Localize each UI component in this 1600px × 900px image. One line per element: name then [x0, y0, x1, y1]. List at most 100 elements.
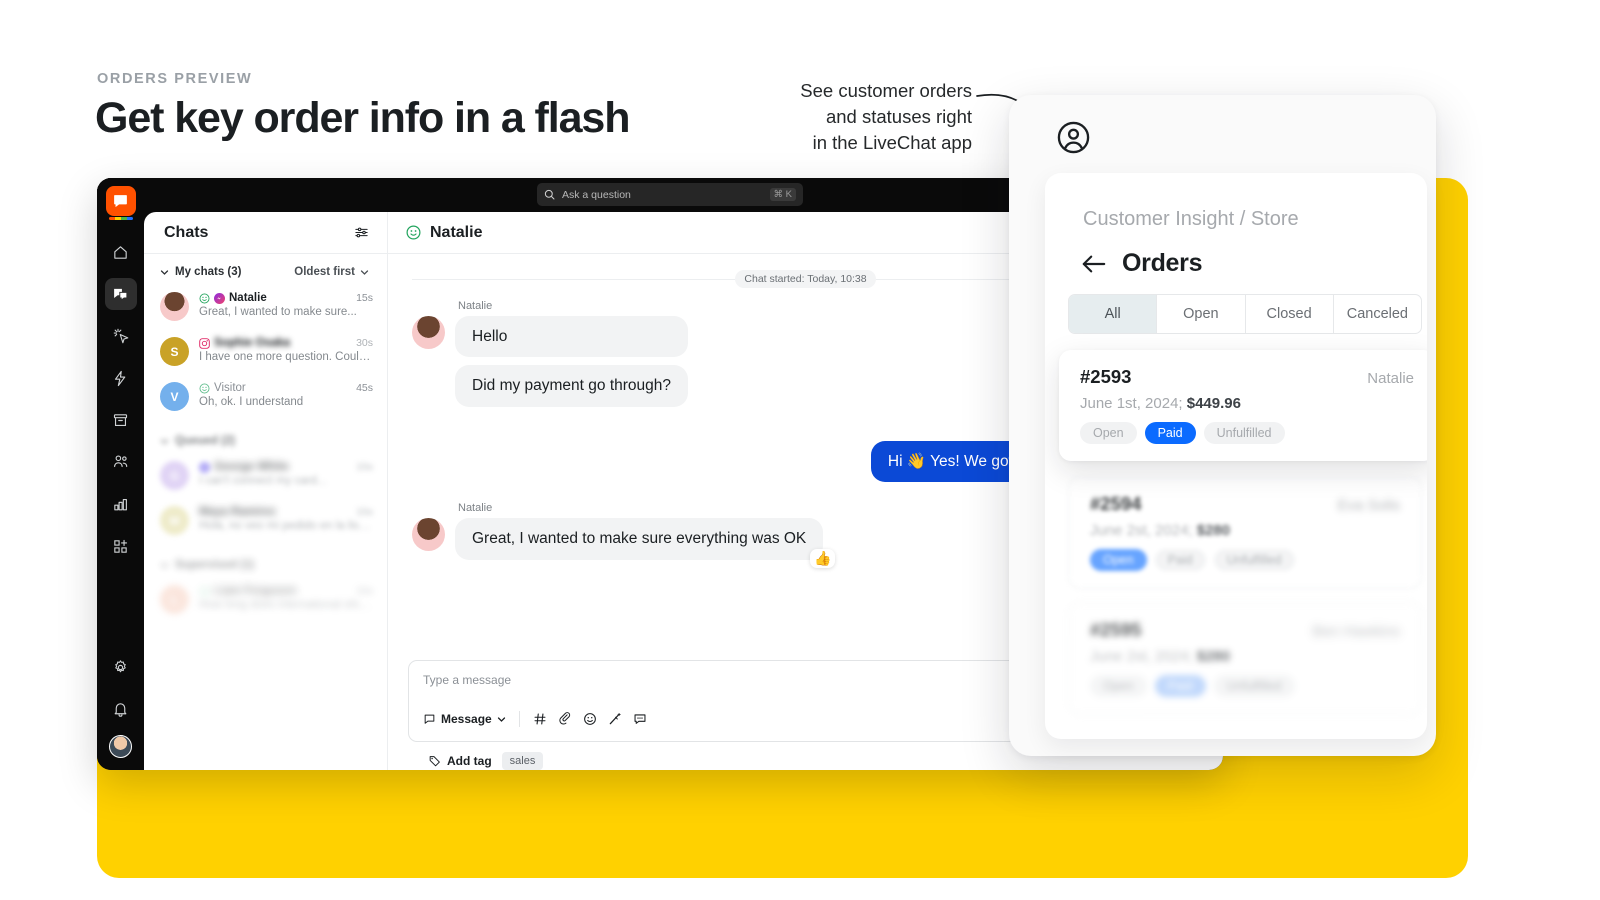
list-item[interactable]: M Maya Ramirez 15s Hola, no veo mi pedid…: [144, 500, 387, 545]
avatar: [412, 316, 445, 349]
chat-time: 15s: [356, 292, 373, 304]
status-badge: Unfulfilled: [1203, 422, 1285, 444]
chevron-down-icon: [160, 438, 169, 444]
chat-group-supervised[interactable]: Supervised (1): [160, 559, 254, 571]
smiley-green-icon: [199, 383, 210, 393]
avatar[interactable]: [109, 735, 132, 758]
hash-icon[interactable]: [533, 712, 547, 726]
annotation-line-1: See customer orders: [800, 80, 972, 101]
tab-all[interactable]: All: [1069, 295, 1158, 333]
avatar: S: [160, 337, 189, 366]
status-badge: Open: [1090, 675, 1147, 697]
livechat-logo-icon[interactable]: [105, 186, 136, 220]
search-placeholder: Ask a question: [562, 188, 631, 201]
chat-group-header[interactable]: Queued (2): [144, 421, 387, 455]
sidebar-item-reports[interactable]: [105, 488, 137, 520]
arrow-left-icon[interactable]: [1081, 253, 1107, 275]
apps-plus-icon: [114, 539, 128, 553]
order-id: #2593: [1080, 366, 1132, 387]
order-customer: Ben Hawkins: [1312, 623, 1400, 640]
order-badges: Open Paid Unfulfilled: [1080, 422, 1414, 444]
add-tag-button[interactable]: Add tag: [428, 754, 492, 768]
status-badge: Paid: [1144, 422, 1196, 444]
composer-mode-selector[interactable]: Message: [423, 712, 506, 726]
order-id: #2595: [1090, 619, 1142, 640]
sidebar-item-archives[interactable]: [105, 404, 137, 436]
sidebar-item-apps[interactable]: [105, 530, 137, 562]
order-id: #2594: [1090, 493, 1142, 514]
sort-label: Oldest first: [294, 266, 355, 278]
sidebar-item-engage[interactable]: [105, 320, 137, 352]
avatar: [412, 518, 445, 552]
chats-title: Chats: [164, 223, 209, 241]
magic-wand-icon[interactable]: [608, 712, 622, 726]
breadcrumb[interactable]: Customer Insight / Store: [1083, 208, 1299, 231]
page-root: ORDERS PREVIEW Get key order info in a f…: [0, 0, 1600, 900]
chat-name: Visitor: [214, 382, 246, 394]
annotation-callout: See customer orders and statuses right i…: [700, 78, 972, 156]
group-label: Supervised (1): [175, 559, 255, 571]
chat-time: 45s: [356, 382, 373, 394]
annotation-line-2: and statuses right: [825, 106, 972, 127]
chat-snippet: How long does international ship...: [199, 599, 373, 611]
search-input[interactable]: Ask a question ⌘ K: [537, 183, 803, 206]
chat-group-queued[interactable]: Queued (2): [160, 435, 235, 447]
search-shortcut: ⌘ K: [769, 188, 796, 201]
message-reaction[interactable]: 👍: [810, 549, 836, 569]
table-row[interactable]: #2594 Eva Solis June 2st, 2024; $280 Ope…: [1068, 476, 1422, 589]
chat-group-my-chats[interactable]: My chats (3): [160, 266, 241, 278]
group-label: Queued (2): [175, 435, 236, 447]
order-meta: June 2st, 2024; $280: [1090, 648, 1400, 665]
list-item[interactable]: L Liam Ferguson 15s How long does intern…: [144, 579, 387, 624]
chat-group-header[interactable]: My chats (3) Oldest first: [144, 254, 387, 286]
sliders-icon[interactable]: [354, 225, 369, 240]
sidebar-item-home[interactable]: [105, 236, 137, 268]
chevron-down-icon: [160, 269, 169, 275]
chat-snippet: Oh, ok. I understand: [199, 396, 304, 408]
order-amount: $280: [1196, 648, 1231, 665]
status-badge: Open: [1080, 422, 1137, 444]
list-item[interactable]: Natalie 15s Great, I wanted to make sure…: [144, 286, 387, 331]
table-row[interactable]: #2593 Natalie June 1st, 2024; $449.96 Op…: [1059, 350, 1427, 461]
chevron-down-icon: [160, 562, 169, 568]
chat-name: Sophie Osaka: [214, 337, 291, 349]
avatar: V: [160, 382, 189, 411]
tab-open[interactable]: Open: [1157, 295, 1246, 333]
home-icon: [114, 245, 127, 259]
order-date: June 2st, 2024;: [1090, 648, 1193, 665]
sidebar-item-chats[interactable]: [104, 278, 137, 310]
sort-selector[interactable]: Oldest first: [294, 266, 369, 278]
tag-chip[interactable]: sales: [501, 752, 544, 770]
sidebar-item-settings[interactable]: [105, 651, 137, 683]
order-amount: $449.96: [1186, 395, 1241, 412]
sidebar-item-team[interactable]: [105, 446, 137, 478]
emoji-icon[interactable]: [583, 712, 597, 726]
avatar: L: [160, 585, 189, 614]
list-item[interactable]: S Sophie Osaka 30s I have one more quest…: [144, 331, 387, 376]
list-item[interactable]: V Visitor 45s Oh, ok. I understand: [144, 376, 387, 421]
paperclip-icon[interactable]: [558, 712, 572, 726]
tab-canceled[interactable]: Canceled: [1334, 295, 1421, 333]
chat-name: Maya Ramirez: [199, 506, 276, 518]
tag-icon: [429, 755, 440, 766]
chat-snippet: Hola, no veo mi pedido en la lista...: [199, 520, 373, 532]
order-badges: Open Paid Unfulfilled: [1090, 549, 1400, 571]
chat-group-header[interactable]: Supervised (1): [144, 545, 387, 579]
chat-name: Liam Ferguson: [214, 585, 297, 597]
canned-response-icon[interactable]: [633, 712, 647, 726]
tab-closed[interactable]: Closed: [1246, 295, 1334, 333]
chats-header: Chats: [144, 212, 387, 254]
user-circle-icon[interactable]: [1056, 120, 1091, 155]
orders-overlay-panel: Customer Insight / Store Orders All Open…: [1009, 95, 1436, 756]
smiley-green-icon: [406, 225, 421, 240]
orders-title-row: Orders: [1081, 249, 1202, 278]
instagram-icon: [199, 337, 210, 349]
sidebar-item-notifications[interactable]: [105, 693, 137, 725]
sidebar-item-automate[interactable]: [105, 362, 137, 394]
chat-time: 15s: [356, 506, 373, 518]
list-item[interactable]: G George White 15s I can't connect my ca…: [144, 455, 387, 500]
table-row[interactable]: #2595 Ben Hawkins June 2st, 2024; $280 O…: [1068, 602, 1422, 715]
chat-time: 15s: [356, 585, 373, 597]
order-badges: Open Paid Unfulfilled: [1090, 675, 1400, 697]
bar-chart-icon: [114, 498, 127, 510]
